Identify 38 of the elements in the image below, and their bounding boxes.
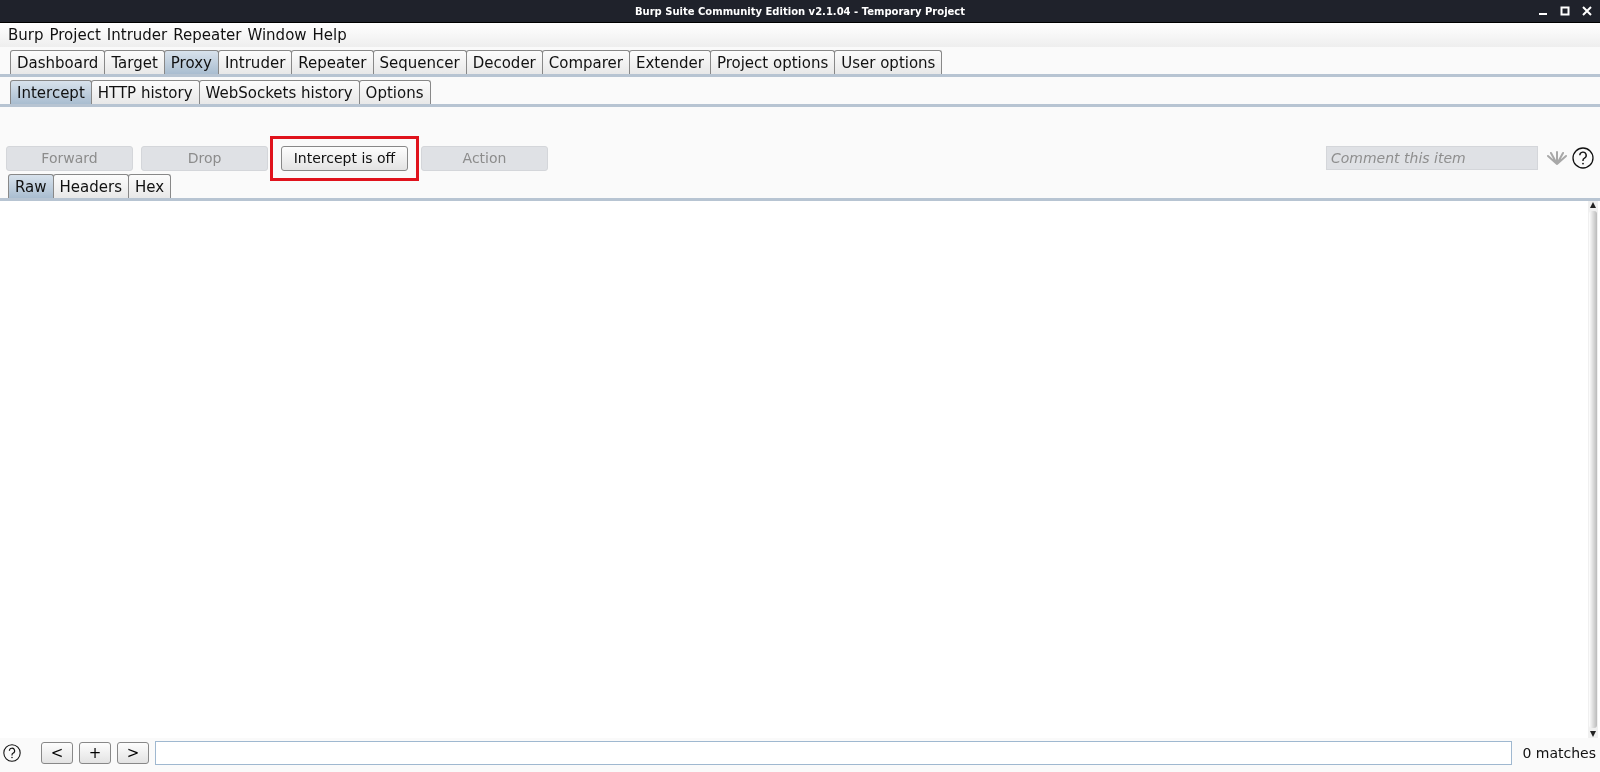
main-tab[interactable]: Dashboard <box>10 50 106 74</box>
main-tab[interactable]: Sequencer <box>372 50 467 74</box>
main-tab[interactable]: Decoder <box>465 50 543 74</box>
toolbar-button[interactable]: Intercept is off <box>281 145 408 171</box>
menu-item[interactable]: Intruder <box>106 26 168 44</box>
search-field[interactable] <box>155 741 1513 765</box>
editor-tab[interactable]: Headers <box>52 174 129 198</box>
maximize-icon[interactable] <box>1560 6 1570 16</box>
sub-tab[interactable]: Intercept <box>10 80 92 104</box>
match-count: 0 matches <box>1522 745 1596 761</box>
search-nav-button[interactable]: + <box>79 742 111 764</box>
search-nav-button[interactable]: < <box>41 742 73 764</box>
vertical-scrollbar[interactable] <box>1588 201 1598 738</box>
menu-item[interactable]: Help <box>312 26 347 44</box>
menu-item[interactable]: Repeater <box>173 26 242 44</box>
comment-field[interactable]: Comment this item <box>1326 146 1538 170</box>
main-tab[interactable]: Repeater <box>291 50 374 74</box>
main-tab[interactable]: Project options <box>709 50 836 74</box>
sub-tab[interactable]: HTTP history <box>90 80 200 104</box>
editor-tab[interactable]: Hex <box>128 174 172 198</box>
close-icon[interactable] <box>1582 6 1592 16</box>
main-tab[interactable]: Target <box>104 50 165 74</box>
main-tab[interactable]: Proxy <box>163 50 219 74</box>
main-tab[interactable]: Comparer <box>541 50 630 74</box>
main-tab[interactable]: Extender <box>629 50 711 74</box>
window-title: Burp Suite Community Edition v2.1.04 - Temporary Project <box>634 5 966 17</box>
editor-tab[interactable]: Raw <box>8 174 54 198</box>
sub-tab[interactable]: Options <box>358 80 431 104</box>
menu-item[interactable]: Project <box>49 26 101 44</box>
main-tab[interactable]: Intruder <box>217 50 293 74</box>
sub-tab[interactable]: WebSockets history <box>198 80 360 104</box>
search-nav-button[interactable]: > <box>117 742 149 764</box>
menu-item[interactable]: Window <box>247 26 307 44</box>
scroll-up-icon[interactable] <box>1589 201 1597 209</box>
help-icon[interactable] <box>3 744 21 762</box>
menu-item[interactable]: Burp <box>8 26 44 44</box>
main-tab[interactable]: User options <box>834 50 943 74</box>
help-icon[interactable] <box>1572 147 1594 169</box>
